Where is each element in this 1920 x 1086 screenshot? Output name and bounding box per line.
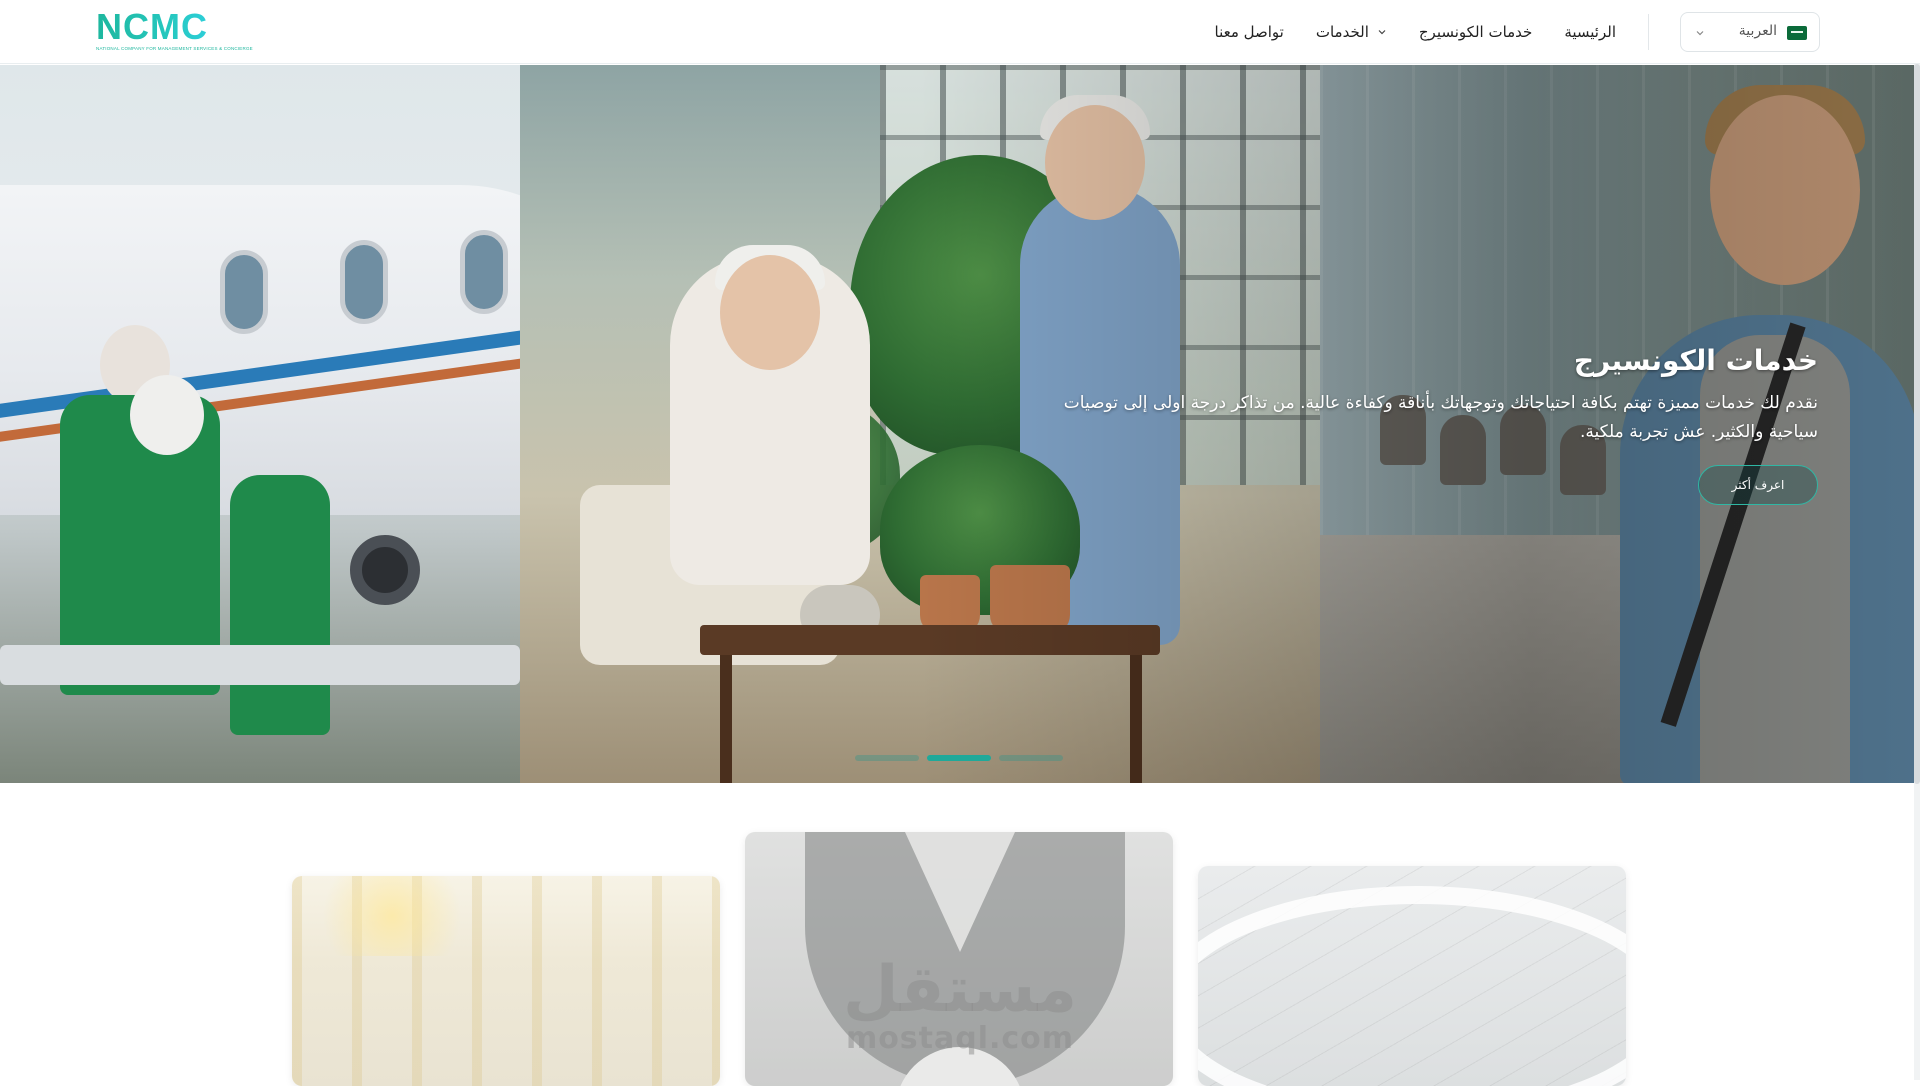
nav-contact-label: تواصل معنا — [1214, 23, 1284, 41]
logo-tagline: NATIONAL COMPANY FOR MANAGEMENT SERVICES… — [96, 46, 253, 51]
hero-title: خدمات الكونسيرج — [1573, 344, 1818, 377]
ncmc-logo[interactable]: NCMC NATIONAL COMPANY FOR MANAGEMENT SER… — [96, 9, 253, 54]
slider-dot-2[interactable] — [927, 755, 991, 761]
watermark-latin: mostaql.com — [845, 1021, 1075, 1056]
slider-pagination — [855, 755, 1063, 761]
logo-wordmark: NCMC — [96, 9, 220, 45]
nav-contact[interactable]: تواصل معنا — [1215, 23, 1284, 41]
watermark-arabic: مستقل — [842, 953, 1078, 1027]
hero-slider: خدمات الكونسيرج نقدم لك خدمات مميزة تهتم… — [0, 65, 1914, 783]
nav-divider — [1648, 14, 1649, 50]
saudi-flag-icon — [1787, 26, 1807, 40]
nav-services-label: الخدمات — [1315, 23, 1369, 41]
page-scrollbar-thumb[interactable] — [1914, 64, 1920, 784]
nav-services[interactable]: الخدمات — [1316, 23, 1387, 41]
language-selector[interactable]: العربية — [1680, 12, 1820, 52]
nav-concierge[interactable]: خدمات الكونسيرج — [1419, 23, 1532, 41]
language-label: العربية — [1738, 23, 1777, 39]
slider-dot-1[interactable] — [855, 755, 919, 761]
nav-home[interactable]: الرئيسية — [1564, 23, 1616, 41]
service-card-3[interactable] — [1198, 866, 1626, 1086]
hero-caption: خدمات الكونسيرج نقدم لك خدمات مميزة تهتم… — [1058, 343, 1818, 505]
service-card-1[interactable] — [292, 876, 720, 1086]
site-header: NCMC NATIONAL COMPANY FOR MANAGEMENT SER… — [0, 0, 1920, 64]
nav-home-label: الرئيسية — [1564, 23, 1616, 41]
chevron-down-icon — [1696, 31, 1704, 36]
main-nav: تواصل معنا الخدمات خدمات الكونسيرج الرئي… — [1215, 0, 1616, 64]
mostaql-watermark: مستقل mostaql.com — [840, 958, 1080, 1056]
slider-dot-3[interactable] — [999, 755, 1063, 761]
learn-more-button[interactable]: اعرف أكثر — [1698, 465, 1818, 505]
chevron-down-icon — [1378, 30, 1386, 35]
nav-concierge-label: خدمات الكونسيرج — [1418, 23, 1533, 41]
hero-description: نقدم لك خدمات مميزة تهتم بكافة احتياجاتك… — [1063, 393, 1818, 442]
